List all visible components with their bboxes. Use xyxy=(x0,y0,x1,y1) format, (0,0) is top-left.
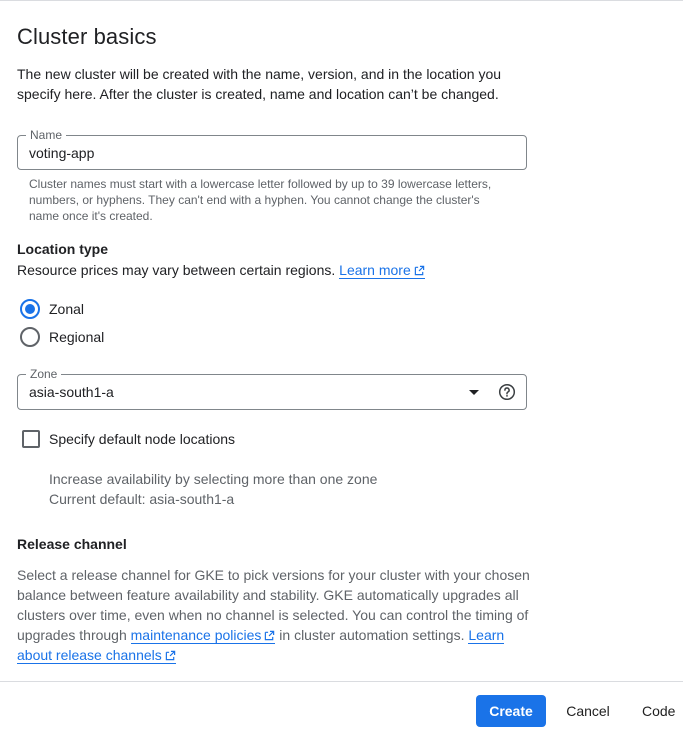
radio-regional[interactable]: Regional xyxy=(20,327,104,347)
action-footer: Create Cancel Code xyxy=(0,681,683,735)
radio-zonal-label: Zonal xyxy=(49,301,85,317)
release-channel-description: Select a release channel for GKE to pick… xyxy=(17,565,537,665)
radio-zonal[interactable]: Zonal xyxy=(20,299,84,319)
node-locations-note: Increase availability by selecting more … xyxy=(49,471,378,487)
intro-text: The new cluster will be created with the… xyxy=(17,66,502,102)
zone-select-value: asia-south1-a xyxy=(29,384,114,400)
maintenance-policies-link[interactable]: maintenance policies xyxy=(130,627,276,644)
default-node-locations-label: Specify default node locations xyxy=(49,431,236,447)
zone-select-label: Zone xyxy=(26,367,62,381)
name-field-hint: Cluster names must start with a lowercas… xyxy=(29,177,492,223)
current-default-note: Current default: asia-south1-a xyxy=(49,491,235,507)
release-channel-text-2: in cluster automation settings. xyxy=(275,627,469,643)
learn-more-link-label: Learn more xyxy=(339,262,411,278)
form-scroll-area[interactable]: Cluster basics The new cluster will be c… xyxy=(0,0,683,681)
release-channel-title: Release channel xyxy=(17,536,127,552)
radio-regional-label: Regional xyxy=(49,329,105,345)
create-button[interactable]: Create xyxy=(476,695,546,727)
cancel-button[interactable]: Cancel xyxy=(560,695,616,727)
top-divider xyxy=(0,0,683,1)
external-link-icon xyxy=(165,650,176,661)
default-node-locations-checkbox[interactable] xyxy=(22,430,40,448)
external-link-icon xyxy=(265,630,275,641)
radio-zonal-button[interactable] xyxy=(20,299,40,319)
maintenance-policies-link-label: maintenance policies xyxy=(130,627,262,643)
location-type-description: Resource prices may vary between certain… xyxy=(17,261,425,279)
learn-more-link[interactable]: Learn more xyxy=(339,262,425,279)
help-icon[interactable] xyxy=(498,383,516,401)
dropdown-arrow-icon[interactable] xyxy=(469,390,479,395)
name-field-value[interactable]: voting-app xyxy=(29,145,94,161)
page-title: Cluster basics xyxy=(17,24,157,49)
code-button[interactable]: Code xyxy=(636,695,683,727)
default-node-locations-checkbox-row[interactable]: Specify default node locations xyxy=(22,430,235,448)
zone-select[interactable]: Zone asia-south1-a xyxy=(17,367,527,410)
location-type-title: Location type xyxy=(17,241,109,257)
external-link-icon xyxy=(414,265,424,276)
name-field[interactable]: Name voting-app xyxy=(17,128,527,170)
location-type-description-text: Resource prices may vary between certain… xyxy=(17,262,336,278)
name-field-label: Name xyxy=(26,128,67,142)
radio-regional-button[interactable] xyxy=(20,327,40,347)
